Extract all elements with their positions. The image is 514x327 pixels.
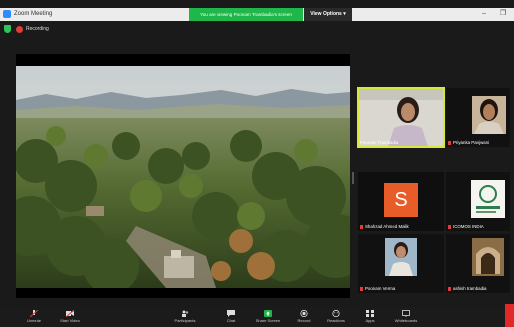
muted-mic-icon [448, 224, 451, 229]
chat-button[interactable]: Chat [211, 307, 251, 327]
participant-tile[interactable]: Priyanka Panjwani [446, 88, 510, 147]
shared-video-frame [16, 66, 350, 288]
chat-icon [227, 310, 235, 317]
view-options-button[interactable]: View Options ▾ [304, 8, 352, 21]
participants-button[interactable]: Participants [165, 307, 205, 327]
avatar: S [384, 183, 418, 217]
participant-tile[interactable]: Poonam Trambadia [357, 87, 445, 148]
muted-mic-icon [360, 286, 363, 291]
apps-button[interactable]: Apps [350, 307, 390, 327]
start-video-button[interactable]: Start Video [50, 307, 90, 327]
participant-video [358, 88, 444, 147]
reactions-icon [332, 310, 340, 317]
encryption-shield-icon[interactable] [4, 25, 11, 33]
mic-off-icon [30, 310, 38, 317]
muted-mic-icon [448, 140, 451, 145]
restore-button[interactable]: ❐ [500, 8, 506, 20]
whiteboard-icon [402, 310, 410, 317]
video-off-icon [66, 310, 74, 317]
record-icon [300, 310, 308, 317]
title-bar: Zoom Meeting You are viewing Poonam Tram… [0, 8, 514, 21]
participant-tile[interactable]: ICOMOS INDIA [446, 172, 510, 231]
participant-photo [446, 234, 510, 293]
participant-name: Poonam Verma [360, 286, 395, 292]
participant-name: ICOMOS INDIA [448, 224, 484, 230]
landscape-aerial-image [16, 66, 350, 288]
participant-name: Priyanka Panjwani [448, 140, 489, 146]
participant-name: ashish trambadia [448, 286, 486, 292]
muted-mic-icon [448, 286, 451, 291]
muted-mic-icon [360, 224, 363, 229]
participant-photo [358, 234, 444, 293]
meeting-area: Recording Poonam Trambadia Priyanka Panj… [0, 21, 514, 307]
share-screen-button[interactable]: Share Screen [248, 307, 288, 327]
participant-photo [446, 88, 510, 147]
participant-tile[interactable]: ashish trambadia [446, 234, 510, 293]
viewing-screen-banner: You are viewing Poonam Trambadia's scree… [189, 8, 303, 21]
share-screen-icon [264, 310, 272, 317]
participant-name: Shahzad Ahmed Malik [360, 224, 409, 230]
meeting-toolbar: Unmute Start Video Participants Chat Sha… [0, 307, 514, 327]
zoom-logo-icon [3, 10, 11, 18]
panel-resize-handle[interactable] [352, 172, 354, 184]
recording-label: Recording [26, 26, 49, 32]
apps-icon [366, 310, 374, 317]
window-title: Zoom Meeting [14, 11, 53, 17]
organization-logo [446, 172, 510, 231]
participant-tile[interactable]: Poonam Verma [358, 234, 444, 293]
minimize-button[interactable]: – [482, 8, 486, 20]
unmute-button[interactable]: Unmute [14, 307, 54, 327]
end-meeting-button[interactable] [505, 304, 514, 327]
whiteboards-button[interactable]: Whiteboards [386, 307, 426, 327]
participant-tile[interactable]: S Shahzad Ahmed Malik [358, 172, 444, 231]
zoom-window: Zoom Meeting You are viewing Poonam Tram… [0, 0, 514, 327]
participants-icon [182, 310, 189, 317]
shared-screen[interactable] [16, 54, 350, 298]
participant-name: Poonam Trambadia [360, 140, 399, 145]
recording-icon[interactable] [16, 26, 23, 33]
